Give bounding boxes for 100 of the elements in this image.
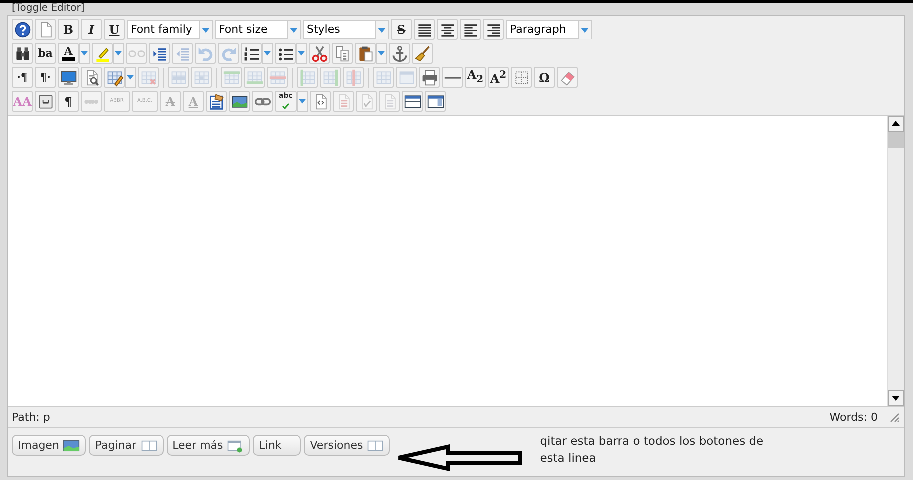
horizontal-line-icon: [444, 76, 462, 80]
monitor-icon: [60, 68, 78, 86]
form-box-icon: [36, 92, 54, 110]
caret-icon: [81, 51, 88, 56]
table-pencil-icon: [106, 68, 124, 86]
preview-button[interactable]: [81, 67, 102, 88]
numbered-list-icon: [242, 44, 260, 62]
align-left-button[interactable]: [460, 19, 481, 40]
editor-extra-button[interactable]: Link: [253, 435, 302, 456]
cleanup-button[interactable]: [412, 43, 433, 64]
image-button[interactable]: [229, 91, 250, 112]
toggle-editor-link[interactable]: [Toggle Editor]: [12, 3, 913, 14]
table-frame-icon: [398, 68, 416, 86]
visual-aid-button[interactable]: [511, 67, 532, 88]
annotation-text: qitar esta barra o todos los botones de esta linea: [540, 433, 765, 467]
copy-button[interactable]: [332, 43, 353, 64]
caret-icon: [127, 75, 134, 80]
table-row-icon: [246, 68, 264, 86]
rtl-button[interactable]: ¶·: [35, 67, 56, 88]
dropdown-arrow-button[interactable]: [376, 43, 387, 64]
word-count: Words: 0: [830, 410, 878, 424]
scissors-icon: [310, 44, 328, 62]
scroll-down-icon[interactable]: [888, 390, 904, 406]
justify-button[interactable]: [414, 19, 435, 40]
dropdown-select[interactable]: Font family: [127, 20, 213, 39]
editor-extra-button[interactable]: Imagen: [12, 435, 86, 456]
scroll-thumb[interactable]: [888, 132, 904, 148]
copy-icon: [334, 44, 352, 62]
bullet-list-button[interactable]: [275, 43, 296, 64]
resize-grip-icon[interactable]: [888, 411, 900, 423]
table-column-icon: [322, 68, 340, 86]
scrollbar[interactable]: [887, 116, 904, 406]
numbered-list-button[interactable]: [241, 43, 262, 64]
rule-button[interactable]: [442, 67, 463, 88]
table-row-icon: [170, 68, 188, 86]
bold-button[interactable]: B: [58, 19, 79, 40]
superscript-button[interactable]: A$^{2}$: [488, 67, 509, 88]
table-column-icon: [344, 68, 362, 86]
table-row-icon: [268, 68, 286, 86]
dropdown-arrow-button[interactable]: [297, 91, 308, 112]
two-pane-icon: [367, 438, 384, 452]
side-panel-icon: [426, 92, 444, 110]
caret-icon: [264, 51, 271, 56]
picture-icon: [63, 438, 80, 452]
dropdown-select[interactable]: Font size: [215, 20, 301, 39]
caret-icon: [578, 20, 591, 38]
split-panel-icon: [404, 92, 422, 110]
char-map-button[interactable]: Ω: [534, 67, 555, 88]
editor-extra-button[interactable]: Leer más: [166, 435, 250, 456]
caret-icon: [299, 99, 306, 104]
underline-button[interactable]: U: [104, 19, 125, 40]
replace-button[interactable]: ba: [35, 43, 56, 64]
subscript-button[interactable]: A$_{2}$: [465, 67, 486, 88]
anchor-icon: [390, 44, 408, 62]
printer-icon: [420, 68, 438, 86]
attributes-button[interactable]: [35, 91, 56, 112]
dropdown-select[interactable]: Paragraph: [506, 20, 592, 39]
align-center-button[interactable]: [437, 19, 458, 40]
pilcrow-button[interactable]: ¶: [58, 91, 79, 112]
eraser-button[interactable]: [557, 67, 578, 88]
editor-extra-button[interactable]: Paginar: [89, 435, 164, 456]
text-color-button[interactable]: A: [58, 43, 79, 64]
paste-button[interactable]: [355, 43, 376, 64]
italic-button[interactable]: I: [81, 19, 102, 40]
highlight-button[interactable]: [92, 43, 113, 64]
caret-icon: [199, 20, 212, 38]
ltr-button[interactable]: ·¶: [12, 67, 33, 88]
indent-button[interactable]: [149, 43, 170, 64]
table-button[interactable]: [104, 67, 125, 88]
editor-extra-button[interactable]: Versiones: [304, 435, 390, 456]
print-button[interactable]: [419, 67, 440, 88]
strikethrough-button[interactable]: S: [391, 19, 412, 40]
dropdown-arrow-button[interactable]: [79, 43, 90, 64]
find-button[interactable]: [12, 43, 33, 64]
dotted-grid-icon: [512, 68, 530, 86]
dropdown-arrow-button[interactable]: [125, 67, 136, 88]
table-row-icon: [222, 68, 240, 86]
caret-icon: [115, 51, 122, 56]
dropdown-select[interactable]: Styles: [303, 20, 389, 39]
align-right-button[interactable]: [483, 19, 504, 40]
table-column-icon: [298, 68, 316, 86]
fullscreen-button[interactable]: [58, 67, 79, 88]
layout-side-button[interactable]: [425, 91, 446, 112]
caret-icon: [375, 20, 388, 38]
code-button[interactable]: [310, 91, 331, 112]
layout-rows-button[interactable]: [402, 91, 423, 112]
caret-icon: [378, 51, 385, 56]
template-button[interactable]: [206, 91, 227, 112]
caret-icon: [287, 20, 300, 38]
scroll-up-icon[interactable]: [888, 116, 904, 132]
question-icon: [14, 20, 32, 38]
table-x-icon: [140, 68, 158, 86]
cut-button[interactable]: [309, 43, 330, 64]
clipboard-icon: [356, 44, 374, 62]
help-button[interactable]: [12, 19, 33, 40]
anchor-button[interactable]: [389, 43, 410, 64]
link-button[interactable]: [252, 91, 273, 112]
two-pane-icon: [140, 438, 158, 452]
dropdown-arrow-button[interactable]: [113, 43, 124, 64]
broom-icon: [414, 44, 432, 62]
